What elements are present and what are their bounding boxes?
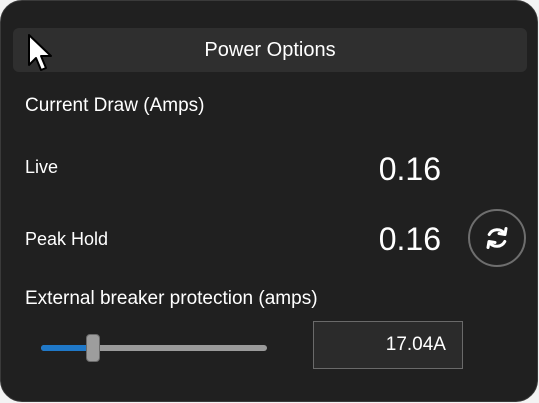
power-options-panel: Power Options Current Draw (Amps) Live 0… [0, 0, 538, 402]
live-value: 0.16 [378, 151, 441, 187]
breaker-protection-label: External breaker protection (amps) [25, 288, 318, 309]
power-options-header[interactable]: Power Options [13, 28, 527, 72]
reset-peak-button[interactable] [468, 209, 526, 267]
peak-hold-value: 0.16 [378, 221, 441, 257]
current-draw-label: Current Draw (Amps) [25, 95, 205, 116]
breaker-amps-input[interactable] [313, 321, 463, 369]
breaker-slider[interactable] [41, 331, 267, 365]
mouse-pointer-icon [28, 34, 52, 71]
live-label: Live [25, 157, 59, 177]
slider-thumb[interactable] [86, 334, 100, 362]
refresh-icon [486, 227, 508, 249]
peak-hold-label: Peak Hold [25, 229, 109, 249]
header-title: Power Options [204, 38, 336, 61]
